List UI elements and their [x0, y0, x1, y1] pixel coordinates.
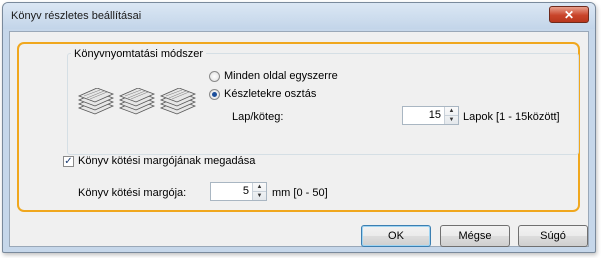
check-icon[interactable]: ✓	[63, 155, 74, 167]
paper-stacks-icon	[77, 88, 197, 116]
paper-stack-icon	[159, 88, 197, 116]
ok-button[interactable]: OK	[361, 225, 431, 247]
sheets-per-set-value[interactable]: 15	[403, 107, 444, 124]
dialog-title: Könyv részletes beállításai	[11, 10, 142, 22]
binding-margin-value[interactable]: 5	[211, 183, 252, 200]
dialog-window: Könyv részletes beállításai ✕ Könyvnyomt…	[2, 2, 596, 253]
booklet-method-label: Könyvnyomtatási módszer	[71, 48, 206, 60]
radio-all-pages-indicator[interactable]	[209, 70, 220, 82]
spin-up-icon[interactable]: ▲	[253, 183, 266, 191]
dialog-body: Könyvnyomtatási módszer Minden oldal egy…	[9, 31, 589, 247]
radio-all-pages[interactable]: Minden oldal egyszerre	[209, 70, 338, 82]
sheets-per-set-label: Lap/köteg:	[232, 111, 284, 123]
binding-margin-stepper[interactable]: 5 ▲ ▼	[210, 182, 267, 201]
binding-margin-checkbox[interactable]: ✓ Könyv kötési margójának megadása	[63, 155, 255, 167]
close-icon: ✕	[563, 7, 575, 22]
sheets-per-set-stepper[interactable]: 15 ▲ ▼	[402, 106, 459, 125]
spin-down-icon[interactable]: ▼	[445, 115, 458, 124]
binding-margin-range: mm [0 - 50]	[272, 187, 328, 199]
spin-down-icon[interactable]: ▼	[253, 191, 266, 200]
help-button[interactable]: Súgó	[518, 225, 588, 247]
binding-margin-label: Könyv kötési margója:	[78, 187, 187, 199]
sheets-range-label: Lapok [1 - 15között]	[463, 111, 560, 123]
radio-all-pages-label: Minden oldal egyszerre	[224, 70, 338, 82]
paper-stack-icon	[77, 88, 115, 116]
cancel-button[interactable]: Mégse	[440, 225, 510, 247]
title-bar[interactable]: Könyv részletes beállításai ✕	[3, 3, 595, 29]
radio-split-sets-label: Készletekre osztás	[224, 88, 317, 100]
close-button[interactable]: ✕	[549, 6, 589, 23]
spin-up-icon[interactable]: ▲	[445, 107, 458, 115]
paper-stack-icon	[118, 88, 156, 116]
binding-margin-checkbox-label: Könyv kötési margójának megadása	[78, 155, 256, 167]
radio-split-sets[interactable]: Készletekre osztás	[209, 88, 316, 100]
radio-split-sets-indicator[interactable]	[209, 88, 220, 100]
